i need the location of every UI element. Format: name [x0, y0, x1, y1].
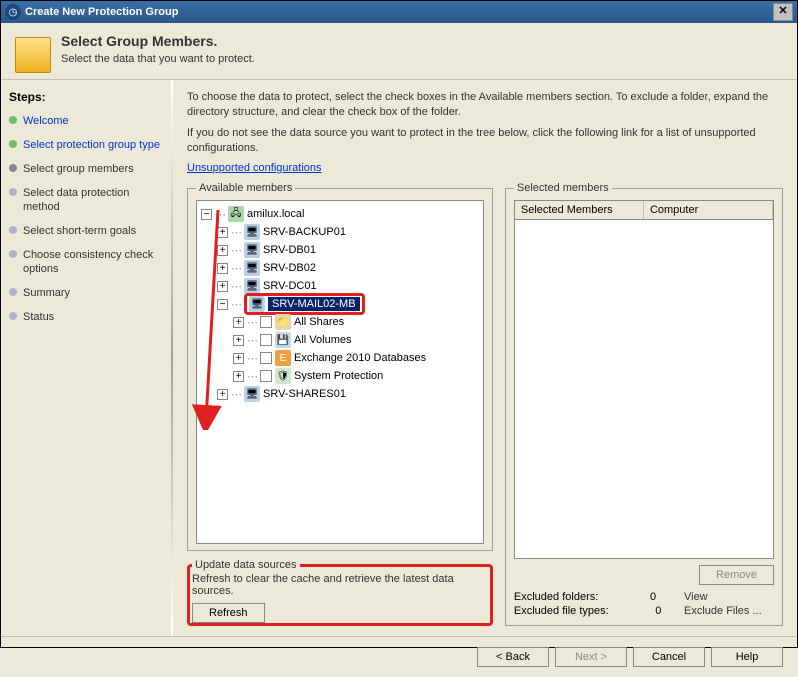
page-header: Select Group Members. Select the data th…: [1, 23, 797, 80]
intro-text-1: To choose the data to protect, select th…: [187, 90, 783, 120]
step-1[interactable]: Select protection group type: [23, 138, 160, 152]
expand-icon[interactable]: +: [217, 281, 228, 292]
tree-node-selected[interactable]: SRV-MAIL02-MB: [268, 297, 360, 311]
cancel-button[interactable]: Cancel: [633, 647, 705, 667]
tree-node[interactable]: SRV-DC01: [263, 280, 317, 292]
excluded-folders-count: 0: [626, 591, 656, 603]
tree-node[interactable]: All Shares: [294, 316, 344, 328]
expand-icon[interactable]: +: [233, 317, 244, 328]
back-button[interactable]: < Back: [477, 647, 549, 667]
selected-legend: Selected members: [514, 182, 612, 194]
folder-icon: [15, 37, 51, 73]
tree-view[interactable]: −⋯🖧amilux.local+⋯🖥SRV-BACKUP01+⋯🖥SRV-DB0…: [196, 200, 484, 544]
next-button: Next >: [555, 647, 627, 667]
update-text: Refresh to clear the cache and retrieve …: [192, 573, 488, 597]
vol-icon: 💾: [275, 332, 291, 348]
step-3: Select data protection method: [23, 186, 163, 214]
expand-icon[interactable]: +: [217, 245, 228, 256]
step-6: Summary: [23, 286, 70, 300]
step-7: Status: [23, 310, 54, 324]
server-icon: 🖥: [244, 224, 260, 240]
step-2: Select group members: [23, 162, 134, 176]
steps-sidebar: Steps: Welcome Select protection group ty…: [1, 80, 171, 636]
col-selected[interactable]: Selected Members: [515, 201, 644, 219]
update-legend: Update data sources: [192, 559, 300, 571]
expand-icon[interactable]: −: [217, 299, 228, 310]
excluded-types-count: 0: [631, 605, 661, 617]
intro-text-2: If you do not see the data source you wa…: [187, 126, 783, 156]
tree-node[interactable]: SRV-DB01: [263, 244, 316, 256]
expand-icon[interactable]: +: [217, 227, 228, 238]
tree-node[interactable]: SRV-BACKUP01: [263, 226, 346, 238]
wizard-footer: < Back Next > Cancel Help: [1, 636, 797, 677]
excluded-folders-label: Excluded folders:: [514, 591, 598, 603]
tree-node[interactable]: All Volumes: [294, 334, 351, 346]
checkbox[interactable]: [260, 352, 272, 364]
col-computer[interactable]: Computer: [644, 201, 773, 219]
excluded-types-label: Excluded file types:: [514, 605, 609, 617]
tree-node[interactable]: System Protection: [294, 370, 383, 382]
domain-icon: 🖧: [228, 206, 244, 222]
expand-icon[interactable]: −: [201, 209, 212, 220]
checkbox[interactable]: [260, 370, 272, 382]
exch-icon: E: [275, 350, 291, 366]
checkbox[interactable]: [260, 334, 272, 346]
step-5: Choose consistency check options: [23, 248, 163, 276]
server-icon: 🖥: [249, 296, 265, 312]
share-icon: 📁: [275, 314, 291, 330]
remove-button: Remove: [699, 565, 774, 585]
expand-icon[interactable]: +: [233, 335, 244, 346]
expand-icon[interactable]: +: [233, 353, 244, 364]
sys-icon: 🛡: [275, 368, 291, 384]
close-button[interactable]: ✕: [773, 3, 793, 21]
unsupported-config-link[interactable]: Unsupported configurations: [187, 162, 783, 174]
step-0[interactable]: Welcome: [23, 114, 69, 128]
steps-heading: Steps:: [9, 90, 163, 104]
checkbox[interactable]: [260, 316, 272, 328]
expand-icon[interactable]: +: [217, 389, 228, 400]
tree-node[interactable]: SRV-DB02: [263, 262, 316, 274]
server-icon: 🖥: [244, 260, 260, 276]
available-legend: Available members: [196, 182, 295, 194]
update-sources-box: Update data sources Refresh to clear the…: [187, 559, 493, 626]
expand-icon[interactable]: +: [233, 371, 244, 382]
tree-node[interactable]: SRV-SHARES01: [263, 388, 346, 400]
page-subtitle: Select the data that you want to protect…: [61, 53, 255, 65]
page-title: Select Group Members.: [61, 33, 255, 49]
server-icon: 🖥: [244, 386, 260, 402]
view-excluded-link[interactable]: View: [684, 591, 774, 603]
tree-node[interactable]: Exchange 2010 Databases: [294, 352, 426, 364]
expand-icon[interactable]: +: [217, 263, 228, 274]
refresh-button[interactable]: Refresh: [192, 603, 265, 623]
exclude-files-link[interactable]: Exclude Files ...: [684, 605, 774, 617]
help-button[interactable]: Help: [711, 647, 783, 667]
selected-members-table[interactable]: Selected Members Computer: [514, 200, 774, 559]
tree-node[interactable]: amilux.local: [247, 208, 304, 220]
titlebar: ◷ Create New Protection Group ✕: [1, 1, 797, 23]
app-icon: ◷: [5, 4, 21, 20]
step-4: Select short-term goals: [23, 224, 136, 238]
server-icon: 🖥: [244, 242, 260, 258]
window-title: Create New Protection Group: [25, 6, 773, 18]
server-icon: 🖥: [244, 278, 260, 294]
